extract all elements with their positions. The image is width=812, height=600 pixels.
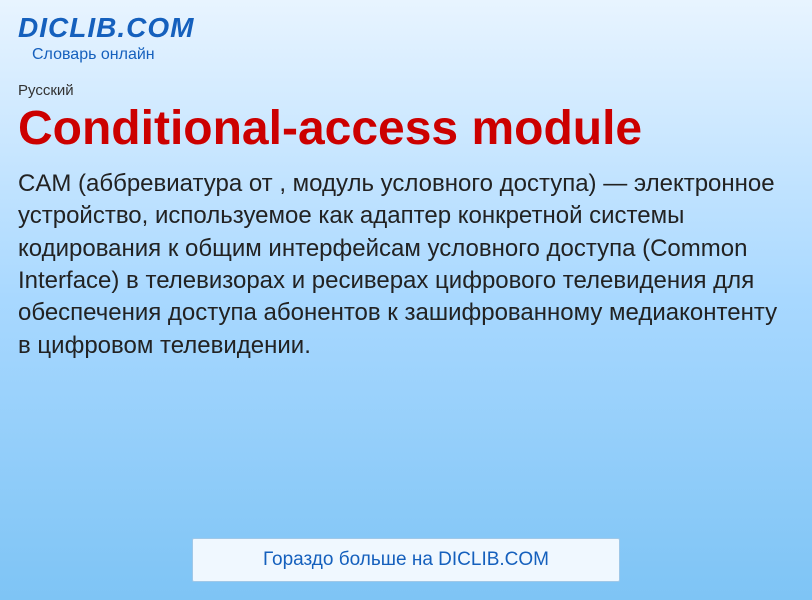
language-label[interactable]: Русский xyxy=(18,82,794,99)
more-link-container: Гораздо больше на DICLIB.COM xyxy=(0,538,812,582)
page-title: Conditional-access module xyxy=(18,103,794,156)
article-description: CAM (аббревиатура от , модуль условного … xyxy=(18,168,794,362)
site-header: DICLIB.COM Словарь онлайн xyxy=(18,12,794,64)
site-title[interactable]: DICLIB.COM xyxy=(18,12,794,44)
more-link-button[interactable]: Гораздо больше на DICLIB.COM xyxy=(192,538,620,582)
site-subtitle: Словарь онлайн xyxy=(32,46,794,64)
